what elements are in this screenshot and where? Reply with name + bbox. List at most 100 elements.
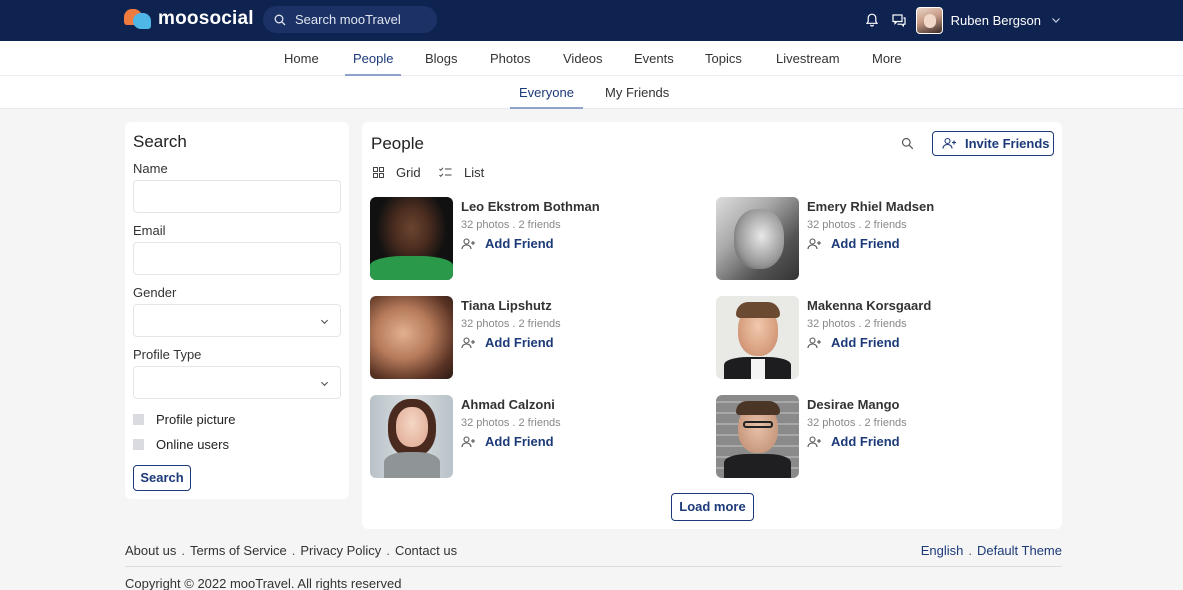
bell-icon[interactable] [864, 12, 880, 28]
footer-link-privacy[interactable]: Privacy Policy [300, 543, 381, 558]
add-user-icon [942, 137, 956, 149]
person-name[interactable]: Tiana Lipshutz [461, 298, 552, 313]
add-friend-label: Add Friend [831, 236, 900, 251]
people-title: People [371, 134, 424, 153]
person-meta: 32 photos . 2 friends [807, 417, 907, 429]
person-card: Emery Rhiel Madsen 32 photos . 2 friends… [716, 197, 1036, 280]
add-friend-button[interactable]: Add Friend [461, 335, 554, 350]
checkbox-label: Profile picture [156, 412, 236, 427]
language-link[interactable]: English [921, 543, 964, 558]
person-card: Makenna Korsgaard 32 photos . 2 friends … [716, 296, 1036, 379]
nav-videos[interactable]: Videos [563, 41, 603, 76]
tab-my-friends[interactable]: My Friends [605, 76, 669, 109]
chat-icon[interactable] [891, 12, 907, 28]
person-meta: 32 photos . 2 friends [807, 219, 907, 231]
chevron-down-icon [320, 381, 329, 387]
footer-link-about[interactable]: About us [125, 543, 176, 558]
logo-text: moosocial [158, 8, 254, 29]
email-label: Email [133, 223, 166, 238]
global-search[interactable] [263, 6, 437, 33]
nav-home[interactable]: Home [284, 41, 319, 76]
invite-friends-label: Invite Friends [965, 136, 1050, 151]
person-photo[interactable] [370, 197, 453, 280]
person-photo[interactable] [716, 395, 799, 478]
list-view-toggle[interactable]: List [439, 165, 484, 180]
footer-link-terms[interactable]: Terms of Service [190, 543, 287, 558]
person-name[interactable]: Makenna Korsgaard [807, 298, 931, 313]
add-user-icon [461, 237, 475, 249]
email-field[interactable] [133, 242, 341, 275]
person-card: Desirae Mango 32 photos . 2 friends Add … [716, 395, 1036, 478]
search-sidebar: Search Name Email Gender Profile Type Pr… [125, 122, 349, 499]
footer-separator: . [291, 543, 296, 558]
nav-topics[interactable]: Topics [705, 41, 742, 76]
nav-people[interactable]: People [344, 41, 403, 76]
add-user-icon [461, 435, 475, 447]
nav-photos[interactable]: Photos [490, 41, 530, 76]
nav-blogs[interactable]: Blogs [425, 41, 458, 76]
checkbox-box[interactable] [133, 439, 144, 450]
person-photo[interactable] [370, 395, 453, 478]
add-friend-button[interactable]: Add Friend [807, 236, 900, 251]
footer-separator: . [968, 543, 972, 558]
chevron-down-icon [320, 319, 329, 325]
invite-friends-button[interactable]: Invite Friends [932, 131, 1054, 156]
add-user-icon [461, 336, 475, 348]
grid-icon [373, 167, 384, 178]
person-name[interactable]: Leo Ekstrom Bothman [461, 199, 600, 214]
add-friend-button[interactable]: Add Friend [807, 434, 900, 449]
person-name[interactable]: Desirae Mango [807, 397, 899, 412]
load-more-button[interactable]: Load more [671, 493, 754, 521]
person-card: Tiana Lipshutz 32 photos . 2 friends Add… [370, 296, 690, 379]
chevron-down-icon[interactable] [1051, 15, 1061, 25]
checkbox-box[interactable] [133, 414, 144, 425]
user-avatar[interactable] [915, 6, 943, 34]
nav-events[interactable]: Events [634, 41, 674, 76]
add-friend-label: Add Friend [831, 335, 900, 350]
add-user-icon [807, 237, 821, 249]
person-meta: 32 photos . 2 friends [461, 318, 561, 330]
footer-settings: English . Default Theme [921, 543, 1062, 558]
nav-more[interactable]: More [872, 41, 902, 76]
add-friend-button[interactable]: Add Friend [807, 335, 900, 350]
grid-view-toggle[interactable]: Grid [373, 165, 421, 180]
checkbox-label: Online users [156, 437, 229, 452]
footer-link-contact[interactable]: Contact us [395, 543, 457, 558]
add-friend-button[interactable]: Add Friend [461, 434, 554, 449]
gender-select[interactable] [133, 304, 341, 337]
user-area: Ruben Bergson [853, 6, 1061, 34]
theme-link[interactable]: Default Theme [977, 543, 1062, 558]
footer-separator: . [386, 543, 390, 558]
profile-type-label: Profile Type [133, 347, 202, 362]
add-friend-label: Add Friend [485, 236, 554, 251]
person-photo[interactable] [716, 296, 799, 379]
person-meta: 32 photos . 2 friends [461, 219, 561, 231]
add-friend-label: Add Friend [485, 335, 554, 350]
name-field[interactable] [133, 180, 341, 213]
search-title: Search [133, 132, 187, 151]
gender-label: Gender [133, 285, 177, 300]
copyright-text: Copyright © 2022 mooTravel. All rights r… [125, 576, 402, 590]
search-icon[interactable] [901, 137, 914, 150]
person-name[interactable]: Emery Rhiel Madsen [807, 199, 934, 214]
add-user-icon [807, 435, 821, 447]
main-nav: Home People Blogs Photos Videos Events T… [0, 41, 1183, 76]
search-button[interactable]: Search [133, 465, 191, 491]
add-friend-button[interactable]: Add Friend [461, 236, 554, 251]
site-logo[interactable]: moosocial [124, 8, 254, 30]
person-photo[interactable] [370, 296, 453, 379]
person-card: Ahmad Calzoni 32 photos . 2 friends Add … [370, 395, 690, 478]
person-meta: 32 photos . 2 friends [807, 318, 907, 330]
online-users-checkbox[interactable]: Online users [133, 437, 229, 452]
profile-picture-checkbox[interactable]: Profile picture [133, 412, 235, 427]
person-name[interactable]: Ahmad Calzoni [461, 397, 555, 412]
nav-livestream[interactable]: Livestream [776, 41, 840, 76]
global-search-input[interactable] [295, 12, 435, 27]
person-photo[interactable] [716, 197, 799, 280]
tab-everyone[interactable]: Everyone [510, 76, 583, 109]
grid-view-label: Grid [396, 165, 421, 180]
user-name[interactable]: Ruben Bergson [951, 13, 1041, 28]
profile-type-select[interactable] [133, 366, 341, 399]
name-label: Name [133, 161, 168, 176]
add-user-icon [807, 336, 821, 348]
